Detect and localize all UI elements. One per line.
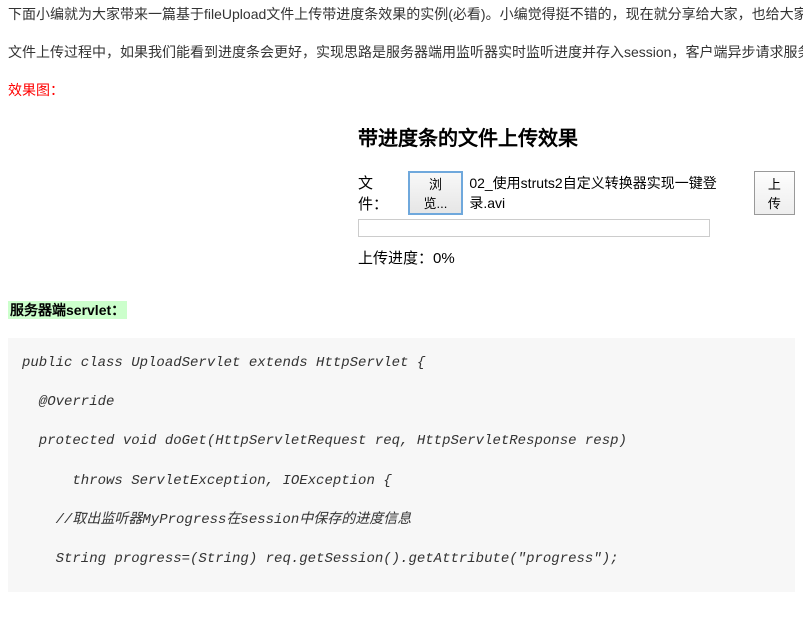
file-chooser-row: 文件： 浏览... 02_使用struts2自定义转换器实现一键登录.avi 上… [358,171,795,215]
browse-button[interactable]: 浏览... [408,171,464,215]
section-servlet-heading: 服务器端servlet： [8,301,127,319]
intro-paragraph-2: 文件上传过程中，如果我们能看到进度条会更好，实现思路是服务器端用监听器实时监听进… [8,38,795,66]
section-effect-heading: 效果图： [8,76,795,104]
upload-button[interactable]: 上传 [754,171,795,215]
code-block: public class UploadServlet extends HttpS… [8,338,795,592]
intro-paragraph-1: 下面小编就为大家带来一篇基于fileUpload文件上传带进度条效果的实例(必看… [8,0,795,28]
selected-file-name: 02_使用struts2自定义转换器实现一键登录.avi [469,173,743,213]
progress-text: 上传进度：0% [358,247,795,268]
demo-title: 带进度条的文件上传效果 [358,122,795,151]
file-label: 文件： [358,172,402,214]
demo-screenshot: 带进度条的文件上传效果 文件： 浏览... 02_使用struts2自定义转换器… [8,112,795,288]
progress-bar [358,219,710,237]
